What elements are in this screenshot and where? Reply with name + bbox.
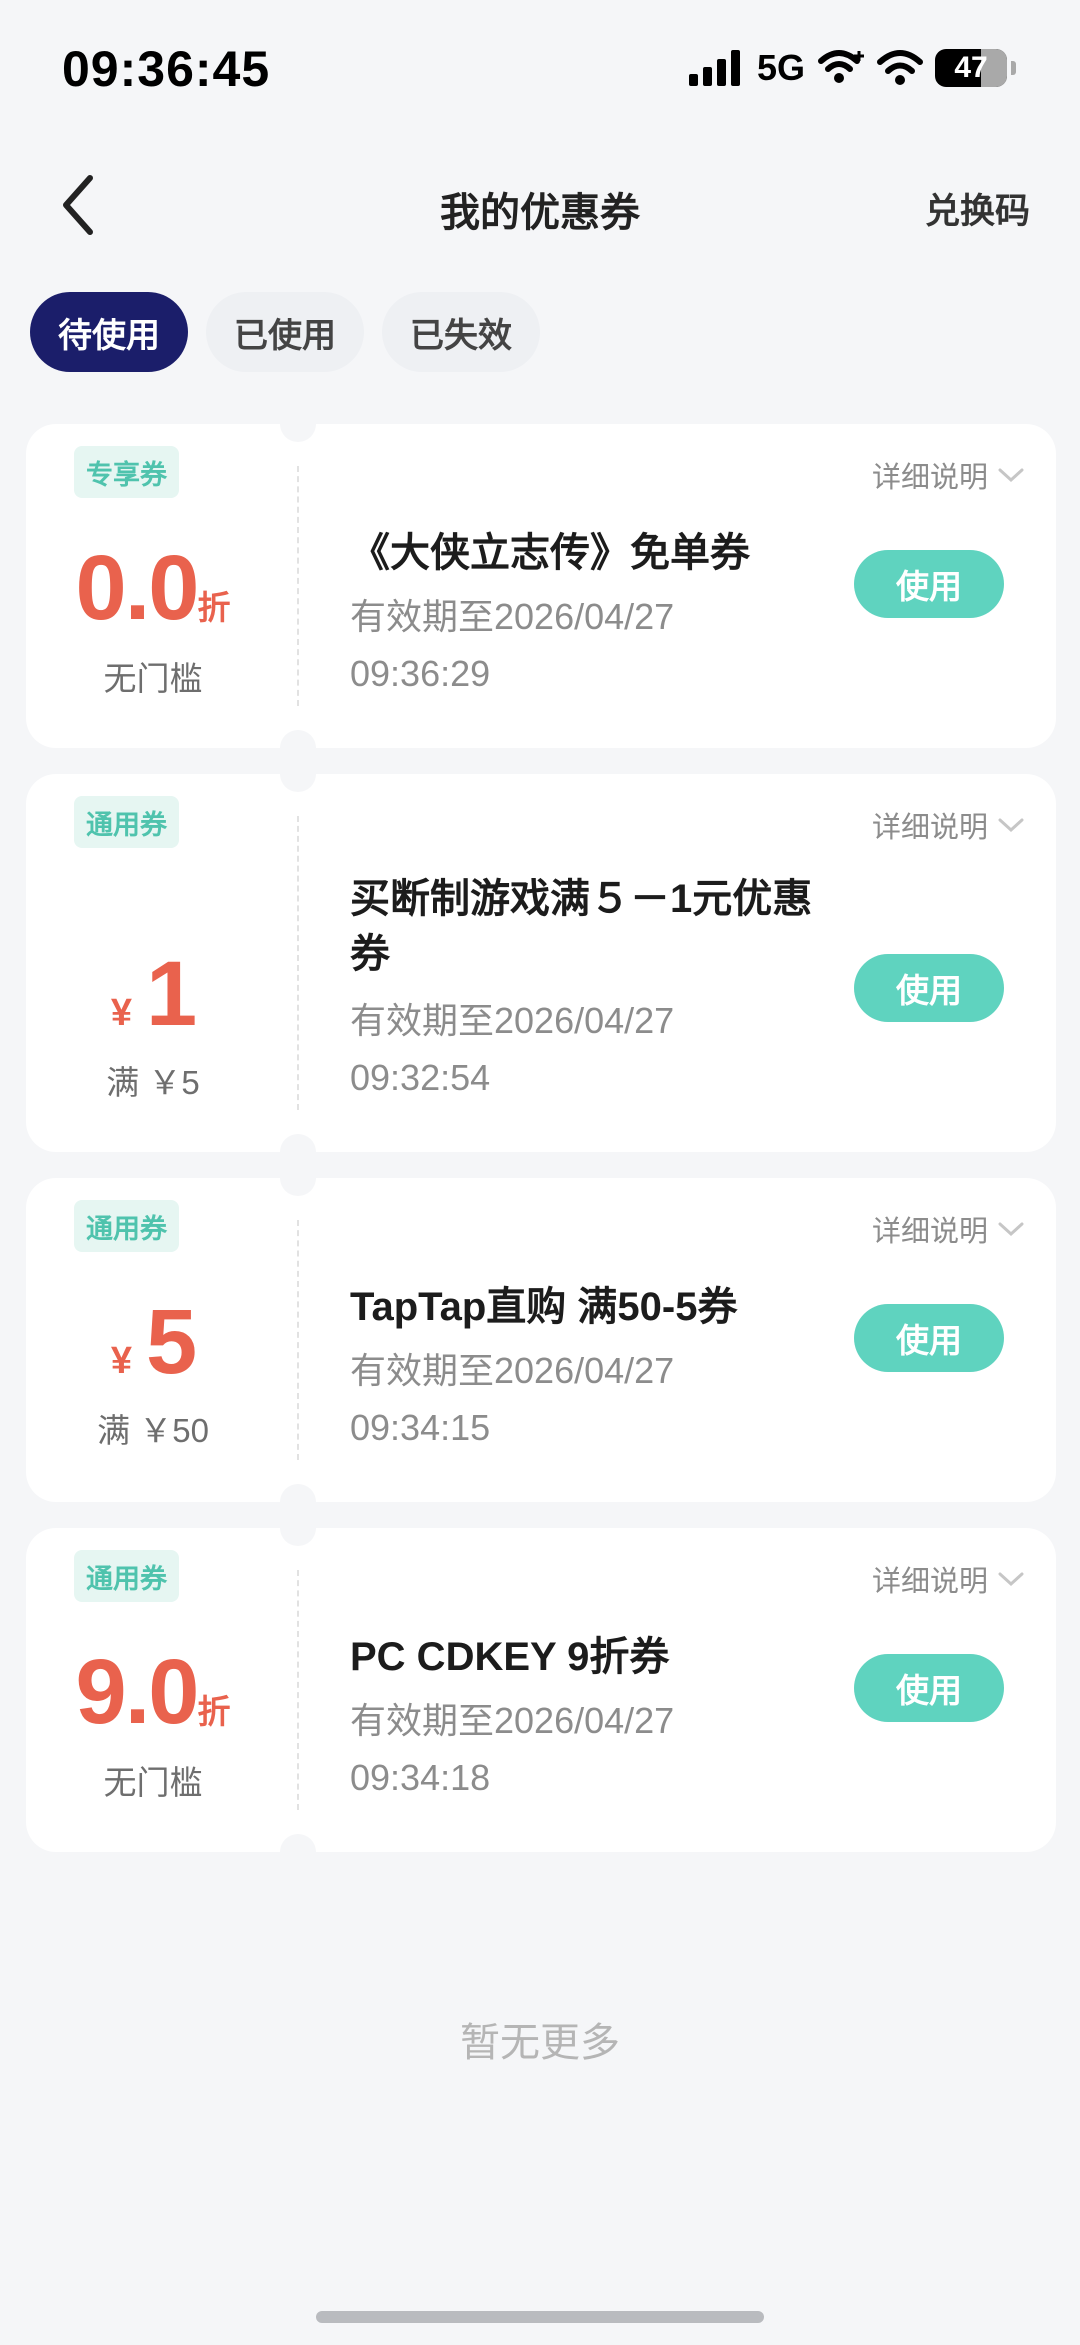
nav-bar: 我的优惠券 兑换码 [0,150,1080,260]
coupon-info: 详细说明 买断制游戏满５－1元优惠券 有效期至2026/04/27 09:32:… [324,774,1056,1152]
network-label: 5G [756,47,805,88]
use-button[interactable]: 使用 [854,1654,1004,1722]
status-time: 09:36:45 [62,41,271,97]
chevron-down-icon [998,1572,1024,1587]
signal-icon [688,50,740,86]
chevron-down-icon [998,818,1024,833]
coupon-expiry: 有效期至2026/04/27 09:34:15 [350,1342,790,1456]
coupon-expiry-date: 有效期至2026/04/27 [350,1700,675,1741]
chevron-down-icon [998,468,1024,483]
coupon-condition: 满 ￥5 [106,1064,200,1101]
coupon-tag: 专享券 [74,446,179,498]
coupon-name: PC CDKEY 9折券 [350,1635,670,1679]
status-bar: 09:36:45 5G 47 [0,0,1080,130]
coupon-condition: 满 ￥50 [97,1412,209,1449]
coupon-expiry: 有效期至2026/04/27 09:32:54 [350,992,790,1106]
coupon-card[interactable]: 专享券 0.0折 无门槛 详细说明 《大侠立志传》免单券 有效期至2026/04… [26,406,1056,766]
home-indicator[interactable] [316,2311,764,2323]
coupon-expiry-time: 09:32:54 [350,1057,491,1098]
coupon-condition: 无门槛 [103,660,203,697]
coupon-card[interactable]: 通用券 ¥5 满 ￥50 详细说明 TapTap直购 满50-5券 有效期至20… [26,1160,1056,1520]
wifi-calling-icon [818,50,864,83]
coupon-amount: ¥1 [26,942,280,1047]
coupon-expiry-date: 有效期至2026/04/27 [350,596,675,637]
coupon-tag: 通用券 [74,1550,179,1602]
wifi-icon [877,50,923,85]
chevron-down-icon [998,1222,1024,1237]
use-button[interactable]: 使用 [854,954,1004,1022]
coupon-amount: 0.0折 [26,536,280,641]
coupon-expiry-time: 09:36:29 [350,653,491,694]
coupon-name: TapTap直购 满50-5券 [350,1285,738,1329]
coupon-card[interactable]: 通用券 ¥1 满 ￥5 详细说明 买断制游戏满５－1元优惠券 有效期至2026/… [26,756,1056,1170]
coupon-expiry-date: 有效期至2026/04/27 [350,1000,675,1041]
tab-unused[interactable]: 待使用 [30,292,188,372]
coupon-expiry-date: 有效期至2026/04/27 [350,1350,675,1391]
detail-label: 详细说明 [871,462,988,494]
coupon-list: 专享券 0.0折 无门槛 详细说明 《大侠立志传》免单券 有效期至2026/04… [26,406,1056,1878]
tab-expired[interactable]: 已失效 [382,292,540,372]
coupon-condition: 无门槛 [103,1764,203,1801]
coupon-amount-value: 0.0 [75,537,200,639]
battery-level: 47 [954,51,988,84]
coupon-info: 详细说明 《大侠立志传》免单券 有效期至2026/04/27 09:36:29 … [324,424,1056,748]
coupon-tag: 通用券 [74,1200,179,1252]
coupon-value-panel: 通用券 ¥1 满 ￥5 [26,774,280,1152]
coupon-amount-value: 1 [145,943,197,1045]
coupon-value-panel: 通用券 ¥5 满 ￥50 [26,1178,280,1502]
detail-label: 详细说明 [871,1566,988,1598]
coupon-amount-unit: 折 [197,589,231,626]
coupon-name: 《大侠立志传》免单券 [350,531,750,575]
coupon-info: 详细说明 TapTap直购 满50-5券 有效期至2026/04/27 09:3… [324,1178,1056,1502]
coupon-amount: 9.0折 [26,1640,280,1745]
use-button[interactable]: 使用 [854,550,1004,618]
page-title: 我的优惠券 [440,191,640,235]
coupon-expiry-time: 09:34:15 [350,1407,491,1448]
coupon-value-panel: 通用券 9.0折 无门槛 [26,1528,280,1852]
coupon-value-panel: 专享券 0.0折 无门槛 [26,424,280,748]
coupon-amount-value: 9.0 [75,1641,200,1743]
coupon-currency: ¥ [110,1340,132,1382]
battery-tip [1011,61,1016,75]
coupon-expiry-time: 09:34:18 [350,1757,491,1798]
status-indicators: 5G 47 [688,46,1016,90]
coupon-info: 详细说明 PC CDKEY 9折券 有效期至2026/04/27 09:34:1… [324,1528,1056,1852]
battery-icon: 47 [935,49,1007,87]
detail-toggle[interactable]: 详细说明 [872,454,1024,496]
coupon-name: 买断制游戏满５－1元优惠券 [350,877,813,976]
redeem-code-button[interactable]: 兑换码 [925,183,1030,234]
no-more-label: 暂无更多 [460,2021,620,2065]
tab-used[interactable]: 已使用 [206,292,364,372]
coupon-expiry: 有效期至2026/04/27 09:36:29 [350,588,790,702]
coupon-currency: ¥ [110,992,132,1034]
detail-label: 详细说明 [871,1216,988,1248]
coupon-card[interactable]: 通用券 9.0折 无门槛 详细说明 PC CDKEY 9折券 有效期至2026/… [26,1510,1056,1870]
detail-toggle[interactable]: 详细说明 [872,1208,1024,1250]
coupon-amount-unit: 折 [197,1693,231,1730]
detail-label: 详细说明 [871,812,988,844]
coupon-amount-value: 5 [145,1291,197,1393]
coupon-amount: ¥5 [26,1290,280,1395]
coupon-expiry: 有效期至2026/04/27 09:34:18 [350,1692,790,1806]
coupon-tabs: 待使用 已使用 已失效 [30,292,540,372]
detail-toggle[interactable]: 详细说明 [872,1558,1024,1600]
use-button[interactable]: 使用 [854,1304,1004,1372]
detail-toggle[interactable]: 详细说明 [872,804,1024,846]
coupon-tag: 通用券 [74,796,179,848]
